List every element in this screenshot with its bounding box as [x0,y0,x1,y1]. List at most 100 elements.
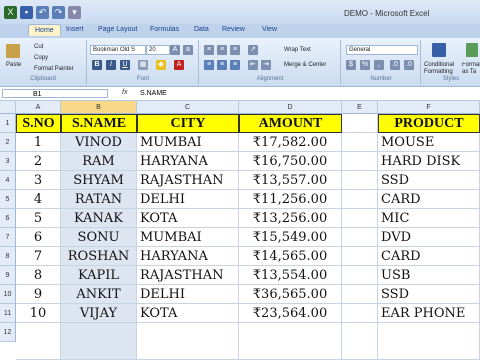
shrink-font-icon[interactable]: a [183,45,193,55]
cell-product[interactable]: DVD [378,228,480,247]
tab-view[interactable]: View [262,26,277,33]
cell-name[interactable]: VIJAY [61,304,137,323]
formula-input[interactable]: S.NAME [140,89,167,98]
row-header[interactable]: 12 [0,323,16,342]
copy-button[interactable]: Copy [34,55,48,61]
cell-product[interactable]: CARD [378,190,480,209]
cell-amount[interactable]: ₹17,582.00 [239,133,342,152]
cell-sno[interactable]: 8 [16,266,61,285]
empty-cell[interactable] [378,323,480,360]
cell-city[interactable]: DELHI [137,285,239,304]
empty-cell[interactable] [342,228,378,247]
bold-icon[interactable]: B [92,60,102,70]
cell-sno[interactable]: 6 [16,228,61,247]
cell-city[interactable]: DELHI [137,190,239,209]
empty-cell[interactable] [342,190,378,209]
row-header[interactable]: 11 [0,304,16,323]
cell-amount[interactable]: ₹14,565.00 [239,247,342,266]
cell-product[interactable]: SSD [378,171,480,190]
row-header[interactable]: 10 [0,285,16,304]
empty-cell[interactable] [342,152,378,171]
tab-formulas[interactable]: Formulas [150,26,179,33]
cell-amount[interactable]: ₹16,750.00 [239,152,342,171]
column-header-e[interactable]: E [342,101,378,114]
header-cell-name[interactable]: S.NAME [61,114,137,133]
tab-review[interactable]: Review [222,26,245,33]
cell-name[interactable]: RAM [61,152,137,171]
decrease-decimal-icon[interactable]: .0 [404,60,414,70]
row-header[interactable]: 9 [0,266,16,285]
empty-cell[interactable] [61,323,137,360]
redo-icon[interactable]: ↷ [52,6,65,19]
cell-sno[interactable]: 10 [16,304,61,323]
align-top-icon[interactable]: ≡ [204,45,214,55]
empty-cell[interactable] [239,323,342,360]
italic-icon[interactable]: I [106,60,116,70]
cell-name[interactable]: KANAK [61,209,137,228]
empty-cell[interactable] [342,323,378,360]
empty-cell[interactable] [342,247,378,266]
paste-button[interactable]: Paste [6,62,21,68]
cell-product[interactable]: HARD DISK [378,152,480,171]
customize-qat-icon[interactable]: ▾ [68,6,81,19]
percent-icon[interactable]: % [360,60,370,70]
column-header-d[interactable]: D [239,101,342,114]
name-box[interactable]: B1 [2,89,108,98]
cell-name[interactable]: SHYAM [61,171,137,190]
column-header-c[interactable]: C [137,101,239,114]
empty-cell[interactable] [16,323,61,360]
cell-name[interactable]: SONU [61,228,137,247]
empty-cell[interactable] [342,304,378,323]
cell-sno[interactable]: 1 [16,133,61,152]
header-cell-product[interactable]: PRODUCT [378,114,480,133]
save-icon[interactable]: ▪ [20,6,33,19]
cell-product[interactable]: USB [378,266,480,285]
empty-cell[interactable] [342,266,378,285]
cell-city[interactable]: RAJASTHAN [137,266,239,285]
cell-product[interactable]: CARD [378,247,480,266]
cell-name[interactable]: RATAN [61,190,137,209]
cell-city[interactable]: HARYANA [137,152,239,171]
empty-cell[interactable] [342,209,378,228]
row-header[interactable]: 3 [0,152,16,171]
cell-city[interactable]: KOTA [137,209,239,228]
undo-icon[interactable]: ↶ [36,6,49,19]
cell-amount[interactable]: ₹36,565.00 [239,285,342,304]
cell-sno[interactable]: 7 [16,247,61,266]
increase-decimal-icon[interactable]: .0 [390,60,400,70]
cell-product[interactable]: SSD [378,285,480,304]
number-format-field[interactable]: General [346,45,418,55]
header-cell-amount[interactable]: AMOUNT [239,114,342,133]
format-painter-button[interactable]: Format Painter [34,66,74,72]
cell-city[interactable]: MUMBAI [137,133,239,152]
cell-sno[interactable]: 2 [16,152,61,171]
cell-city[interactable]: KOTA [137,304,239,323]
cell-name[interactable]: VINOD [61,133,137,152]
row-header[interactable]: 7 [0,228,16,247]
paste-icon[interactable] [6,44,20,58]
cell-city[interactable]: MUMBAI [137,228,239,247]
cell-name[interactable]: ANKIT [61,285,137,304]
cell-city[interactable]: RAJASTHAN [137,171,239,190]
decrease-indent-icon[interactable]: ⇤ [248,60,258,70]
cell-product[interactable]: MOUSE [378,133,480,152]
grow-font-icon[interactable]: A [170,45,180,55]
borders-icon[interactable]: ▦ [138,60,148,70]
increase-indent-icon[interactable]: ⇥ [261,60,271,70]
cell-sno[interactable]: 9 [16,285,61,304]
cell-amount[interactable]: ₹23,564.00 [239,304,342,323]
fill-color-icon[interactable]: ◆ [156,60,166,70]
tab-page-layout[interactable]: Page Layout [98,26,137,33]
tab-insert[interactable]: Insert [66,26,84,33]
orientation-icon[interactable]: ↗ [248,45,258,55]
wrap-text-button[interactable]: Wrap Text [284,47,311,53]
cell-amount[interactable]: ₹13,554.00 [239,266,342,285]
empty-cell[interactable] [342,114,378,133]
cell-amount[interactable]: ₹11,256.00 [239,190,342,209]
empty-cell[interactable] [342,171,378,190]
align-left-icon[interactable]: ≡ [204,60,214,70]
cell-product[interactable]: EAR PHONE [378,304,480,323]
cell-name[interactable]: ROSHAN [61,247,137,266]
cell-amount[interactable]: ₹13,557.00 [239,171,342,190]
align-middle-icon[interactable]: ≡ [217,45,227,55]
